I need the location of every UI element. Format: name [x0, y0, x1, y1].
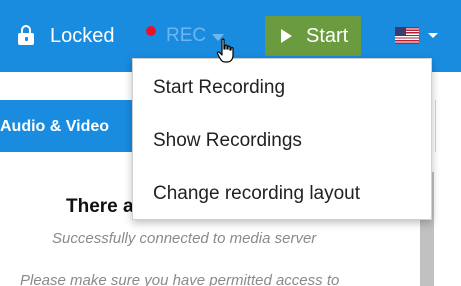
language-caret-icon[interactable] [428, 33, 438, 38]
start-button[interactable]: Start [265, 16, 361, 56]
rec-dropdown-toggle[interactable] [146, 26, 156, 36]
menu-item-label: Change recording layout [153, 183, 361, 204]
tab-gap [432, 100, 461, 286]
tab-audio-video[interactable]: Audio & Video [0, 117, 109, 137]
start-button-label: Start [306, 25, 349, 47]
lock-label[interactable]: Locked [50, 24, 115, 48]
lock-icon [18, 24, 34, 46]
rec-dropdown-menu: Start Recording Show Recordings Change r… [132, 58, 432, 220]
menu-item-start-recording[interactable]: Start Recording [133, 62, 431, 112]
play-icon [281, 29, 292, 43]
menu-item-label: Start Recording [153, 77, 286, 98]
language-selector[interactable] [395, 27, 419, 44]
hand-cursor-icon [216, 38, 234, 63]
lock-toggle[interactable] [18, 24, 34, 46]
rec-label[interactable]: REC [166, 25, 206, 47]
panel-note: Please make sure you have permitted acce… [20, 272, 340, 286]
us-flag-icon [395, 27, 419, 44]
record-dot-icon [146, 26, 156, 36]
panel-title: There a [66, 196, 134, 217]
panel-status: Successfully connected to media server [52, 230, 317, 247]
divider [435, 100, 436, 152]
menu-item-show-recordings[interactable]: Show Recordings [133, 115, 431, 165]
menu-item-label: Show Recordings [153, 130, 302, 151]
menu-item-change-recording-layout[interactable]: Change recording layout [133, 168, 431, 218]
